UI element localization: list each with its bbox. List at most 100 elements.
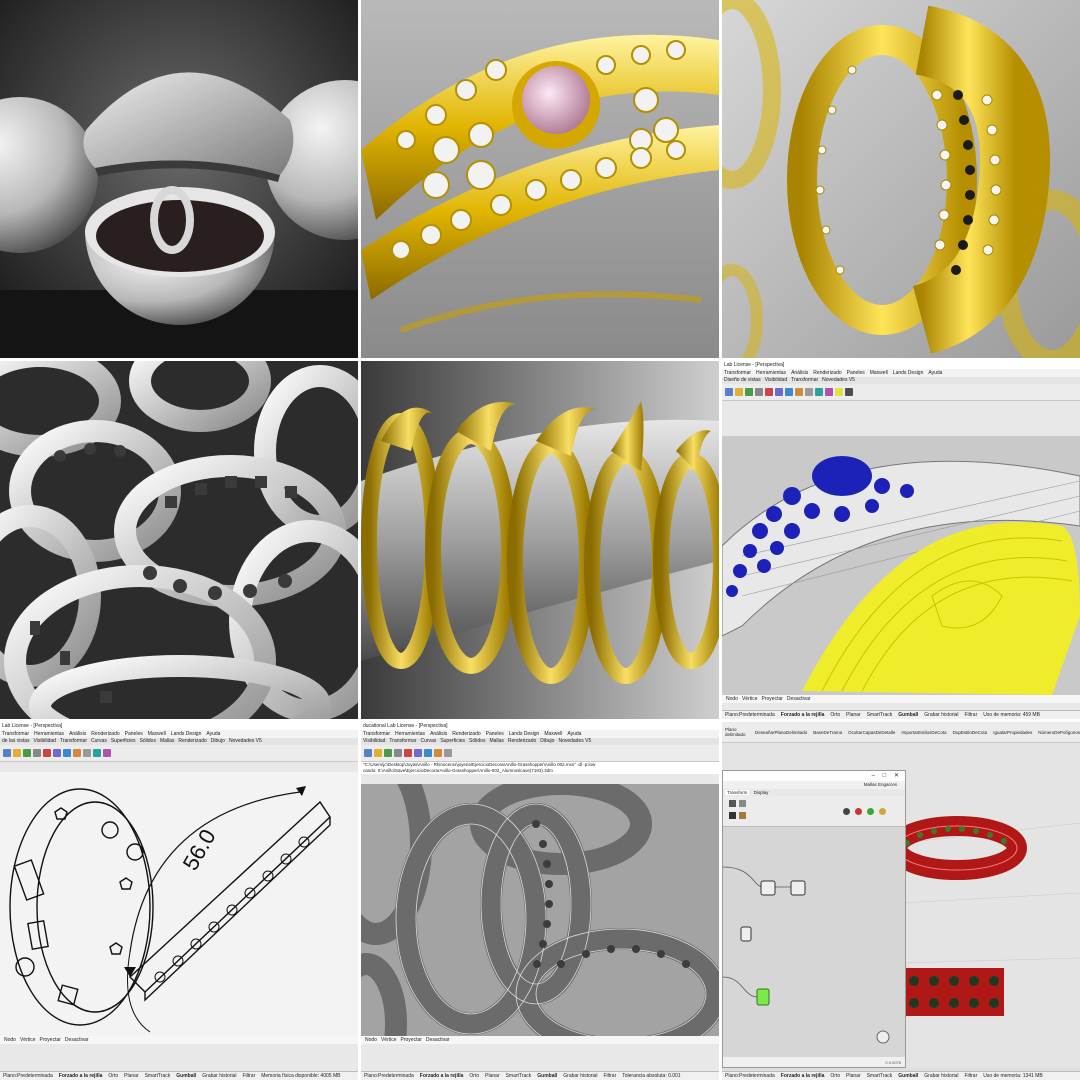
pan-icon[interactable] <box>73 749 81 757</box>
osnap-option[interactable]: Desactivar <box>787 696 811 702</box>
component-icon[interactable] <box>739 812 746 819</box>
toolbar-item[interactable]: Plano delimitado <box>725 727 749 737</box>
menu-item[interactable]: Maxwell <box>870 370 888 376</box>
tab[interactable]: Novedades V5 <box>558 738 591 744</box>
status-layer[interactable]: Plano:Predeterminada <box>3 1073 53 1079</box>
menu-item[interactable]: Transformar <box>363 731 390 737</box>
status-grid-snap[interactable]: Forzado a la rejilla <box>781 1073 825 1079</box>
osnap-option[interactable]: Vértice <box>381 1037 397 1043</box>
tab[interactable]: Superficies <box>111 738 136 744</box>
open-folder-icon[interactable] <box>735 388 743 396</box>
tab[interactable]: de las vistas <box>2 738 30 744</box>
copy-icon[interactable] <box>775 388 783 396</box>
status-planar[interactable]: Planar <box>124 1073 138 1079</box>
minimize-icon[interactable]: – <box>872 773 875 779</box>
tab[interactable]: Transformar <box>791 377 818 383</box>
status-filter[interactable]: Filtrar <box>603 1073 616 1079</box>
close-icon[interactable]: ✕ <box>894 773 899 779</box>
menu-item[interactable]: Herramientas <box>756 370 786 376</box>
light-icon[interactable] <box>835 388 843 396</box>
bake-icon[interactable] <box>855 808 862 815</box>
status-history[interactable]: Grabar historial <box>563 1073 597 1079</box>
copy-icon[interactable] <box>53 749 61 757</box>
save-icon[interactable] <box>23 749 31 757</box>
status-grid-snap[interactable]: Forzado a la rejilla <box>59 1073 103 1079</box>
new-file-icon[interactable] <box>3 749 11 757</box>
undo-icon[interactable] <box>785 388 793 396</box>
status-ortho[interactable]: Orto <box>108 1073 118 1079</box>
status-ortho[interactable]: Orto <box>830 1073 840 1079</box>
tab[interactable]: Curvas <box>91 738 107 744</box>
menu-item[interactable]: Ayuda <box>567 731 581 737</box>
grasshopper-window[interactable]: – □ ✕ Mallas Engarces Transform Display <box>722 770 906 1068</box>
menu-item[interactable]: Ayuda <box>928 370 942 376</box>
status-filter[interactable]: Filtrar <box>242 1073 255 1079</box>
pan-icon[interactable] <box>434 749 442 757</box>
menu-item[interactable]: Lands Design <box>171 731 202 737</box>
tab[interactable]: Mallas <box>160 738 174 744</box>
status-smarttrack[interactable]: SmartTrack <box>145 1073 171 1079</box>
tab-transform[interactable]: Transform <box>725 790 750 795</box>
print-icon[interactable] <box>755 388 763 396</box>
component-icon[interactable] <box>729 800 736 807</box>
status-history[interactable]: Grabar historial <box>202 1073 236 1079</box>
status-layer[interactable]: Plano:Predeterminada <box>364 1073 414 1079</box>
status-smarttrack[interactable]: SmartTrack <box>867 1073 893 1079</box>
sketch-icon[interactable] <box>879 808 886 815</box>
status-planar[interactable]: Planar <box>846 712 860 718</box>
undo-icon[interactable] <box>63 749 71 757</box>
tab[interactable]: Dibujo <box>211 738 225 744</box>
status-ortho[interactable]: Orto <box>469 1073 479 1079</box>
osnap-option[interactable]: Vértice <box>742 696 758 702</box>
menu-item[interactable]: Renderizado <box>452 731 480 737</box>
copy-icon[interactable] <box>414 749 422 757</box>
menu-item[interactable]: Paneles <box>125 731 143 737</box>
menu-item[interactable]: Lands Design <box>893 370 924 376</box>
component-icon[interactable] <box>729 812 736 819</box>
tab[interactable]: Visibilidad <box>765 377 787 383</box>
cut-icon[interactable] <box>404 749 412 757</box>
menu-item[interactable]: Herramientas <box>395 731 425 737</box>
render-icon[interactable] <box>845 388 853 396</box>
toolbar-item[interactable]: BaseDeTrama <box>813 730 842 735</box>
zoom-icon[interactable] <box>444 749 452 757</box>
status-smarttrack[interactable]: SmartTrack <box>506 1073 532 1079</box>
status-grid-snap[interactable]: Forzado a la rejilla <box>420 1073 464 1079</box>
tab[interactable]: Visibilidad <box>363 738 385 744</box>
status-gumball[interactable]: Gumball <box>898 1073 918 1079</box>
rotate-icon[interactable] <box>93 749 101 757</box>
status-ortho[interactable]: Orto <box>830 712 840 718</box>
toolbar-item[interactable]: DeseañarPlanoDelimitado <box>755 730 807 735</box>
status-layer[interactable]: Plano:Predeterminada <box>725 1073 775 1079</box>
save-icon[interactable] <box>745 388 753 396</box>
toolbar-item[interactable]: ImportarEstilosDeCota <box>901 730 946 735</box>
rotate-icon[interactable] <box>815 388 823 396</box>
tab[interactable]: Visibilidad <box>34 738 56 744</box>
status-planar[interactable]: Planar <box>846 1073 860 1079</box>
tab[interactable]: Renderizado <box>178 738 206 744</box>
status-history[interactable]: Grabar historial <box>924 1073 958 1079</box>
menu-item[interactable]: Transformar <box>724 370 751 376</box>
component-icon[interactable] <box>739 800 746 807</box>
pan-icon[interactable] <box>795 388 803 396</box>
open-folder-icon[interactable] <box>13 749 21 757</box>
tab[interactable]: Renderizado <box>508 738 536 744</box>
status-history[interactable]: Grabar historial <box>924 712 958 718</box>
osnap-option[interactable]: Proyectar <box>401 1037 422 1043</box>
status-grid-snap[interactable]: Forzado a la rejilla <box>781 712 825 718</box>
tab-display[interactable]: Display <box>754 790 769 795</box>
osnap-option[interactable]: Nodo <box>4 1037 16 1043</box>
tab[interactable]: Novedades V5 <box>822 377 855 383</box>
cut-icon[interactable] <box>765 388 773 396</box>
status-gumball[interactable]: Gumball <box>537 1073 557 1079</box>
layer-icon[interactable] <box>103 749 111 757</box>
status-filter[interactable]: Filtrar <box>964 1073 977 1079</box>
osnap-option[interactable]: Proyectar <box>762 696 783 702</box>
perspective-viewport[interactable]: 56.0 <box>0 772 358 1036</box>
toolbar-item[interactable]: IgualarPropiedades <box>993 730 1032 735</box>
tab[interactable]: Sólidos <box>469 738 485 744</box>
save-icon[interactable] <box>384 749 392 757</box>
osnap-option[interactable]: Nodo <box>726 696 738 702</box>
new-file-icon[interactable] <box>725 388 733 396</box>
print-icon[interactable] <box>394 749 402 757</box>
